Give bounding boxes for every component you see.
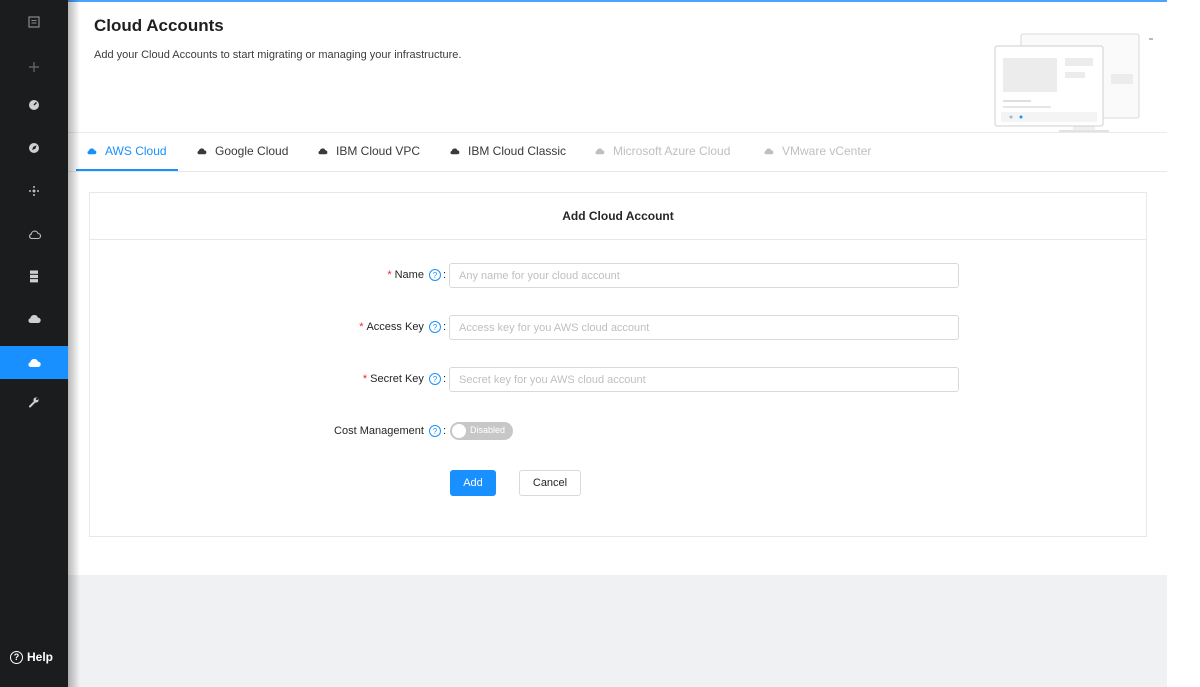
access-key-label-text: Access Key: [366, 321, 424, 333]
sidebar-item-cloud-accounts[interactable]: [0, 346, 68, 379]
tab-label: VMware vCenter: [782, 144, 872, 158]
cluster-icon: [29, 185, 39, 196]
server-stack-icon: [30, 270, 38, 283]
info-icon[interactable]: ?: [428, 321, 441, 333]
cloud-icon: [28, 358, 41, 367]
label-colon: :: [442, 373, 446, 385]
tab-label: Microsoft Azure Cloud: [613, 144, 731, 158]
cancel-button[interactable]: Cancel: [519, 470, 581, 496]
plus-icon: [29, 61, 39, 72]
tab-microsoft-azure-cloud: Microsoft Azure Cloud: [594, 144, 730, 158]
page-title: Cloud Accounts: [94, 16, 224, 35]
cloud-icon: [450, 148, 460, 155]
cost-management-label: Cost Management ? :: [334, 425, 446, 437]
sidebar-item-cloud-sync[interactable]: [0, 218, 68, 251]
top-accent-line: [68, 0, 1167, 2]
tab-label: IBM Cloud Classic: [468, 144, 567, 158]
help-icon: ?: [10, 650, 23, 664]
add-button[interactable]: Add: [450, 470, 496, 496]
gauge-icon: [29, 99, 39, 110]
sidebar-item-cloud-settings[interactable]: [0, 302, 68, 335]
name-input[interactable]: [449, 263, 959, 288]
dashboard-square-icon: [28, 15, 40, 28]
cloud-provider-tabs: AWS Cloud Google Cloud IBM Cloud VPC IBM…: [68, 134, 1167, 172]
cloud-accounts-illustration: [994, 33, 1153, 132]
tab-label: IBM Cloud VPC: [336, 144, 421, 158]
access-key-input[interactable]: [449, 315, 959, 340]
tab-aws-cloud[interactable]: AWS Cloud: [86, 144, 167, 158]
sidebar: ? Help: [0, 0, 68, 687]
cost-management-toggle[interactable]: Disabled: [450, 422, 513, 440]
sidebar-item-tools[interactable]: [0, 385, 68, 418]
cloud-settings-icon: [28, 314, 41, 323]
window-edge: [1167, 0, 1200, 687]
label-colon: :: [442, 425, 446, 437]
cloud-icon: [87, 148, 97, 155]
secret-key-input[interactable]: [449, 367, 959, 392]
access-key-label: * Access Key ? :: [359, 321, 446, 333]
sidebar-item-dashboard[interactable]: [0, 5, 68, 38]
header-divider: [68, 132, 1167, 133]
cost-management-label-text: Cost Management: [334, 425, 424, 437]
add-cloud-account-card: Add Cloud Account * Name ? : * Access Ke…: [89, 192, 1147, 537]
secret-key-label-text: Secret Key: [370, 373, 424, 385]
sidebar-shadow: [68, 0, 80, 687]
help-link[interactable]: ? Help: [10, 650, 53, 664]
sidebar-item-servers[interactable]: [0, 260, 68, 293]
sidebar-item-gauge[interactable]: [0, 88, 68, 121]
page-description: Add your Cloud Accounts to start migrati…: [94, 49, 462, 61]
wrench-icon: [29, 396, 39, 407]
name-label: * Name ? :: [387, 269, 446, 281]
tab-ibm-cloud-vpc[interactable]: IBM Cloud VPC: [317, 144, 420, 158]
main-content: Cloud Accounts Add your Cloud Accounts t…: [68, 0, 1167, 687]
cloud-icon: [197, 148, 207, 155]
cloud-sync-icon: [28, 230, 41, 239]
active-tab-indicator: [76, 169, 178, 171]
name-label-text: Name: [394, 269, 424, 281]
required-marker: *: [387, 269, 392, 281]
cloud-icon: [318, 148, 328, 155]
card-title: Add Cloud Account: [90, 193, 1146, 240]
page-footer-background: [68, 575, 1167, 687]
compass-icon: [29, 142, 39, 153]
required-marker: *: [359, 321, 364, 333]
required-marker: *: [362, 373, 368, 385]
toggle-state-label: Disabled: [470, 425, 506, 435]
sidebar-item-compass[interactable]: [0, 131, 68, 164]
info-icon[interactable]: ?: [428, 269, 441, 281]
toggle-knob: [452, 424, 466, 438]
help-label: Help: [27, 650, 54, 664]
secret-key-label: * Secret Key ? :: [363, 373, 446, 385]
sidebar-item-add[interactable]: [0, 50, 68, 83]
label-colon: :: [442, 321, 446, 333]
tab-google-cloud[interactable]: Google Cloud: [196, 144, 288, 158]
info-icon[interactable]: ?: [428, 373, 441, 385]
cloud-icon: [595, 148, 605, 155]
info-icon[interactable]: ?: [428, 425, 441, 437]
tab-label: AWS Cloud: [105, 144, 167, 158]
tab-vmware-vcenter: VMware vCenter: [763, 144, 871, 158]
tab-label: Google Cloud: [215, 144, 289, 158]
sidebar-item-cluster[interactable]: [0, 174, 68, 207]
label-colon: :: [442, 269, 446, 281]
cloud-icon: [764, 148, 774, 155]
tab-ibm-cloud-classic[interactable]: IBM Cloud Classic: [449, 144, 566, 158]
